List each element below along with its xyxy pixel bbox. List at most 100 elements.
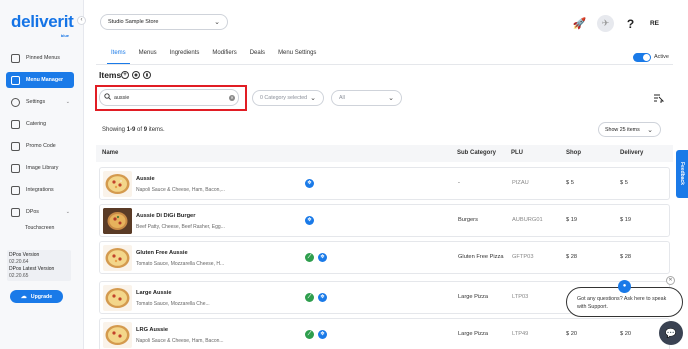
column-sub-category: Sub Category	[457, 150, 497, 156]
sidebar-item-catering[interactable]: Catering	[6, 116, 74, 132]
sidebar-item-label: Menu Manager	[26, 77, 64, 83]
item-description: Napoli Sauce & Cheese, Ham, Bacon...	[136, 338, 224, 344]
item-name: Aussie Di DiGi Burger	[136, 213, 196, 219]
showing-suffix: items.	[147, 127, 165, 133]
table-row[interactable]: LRG Aussie Napoli Sauce & Cheese, Ham, B…	[99, 318, 670, 349]
bookmark-icon[interactable]: ▮	[143, 71, 151, 79]
rocket-icon[interactable]: 🚀	[571, 15, 588, 32]
category-select[interactable]: 0 Category selected ⌄	[252, 90, 324, 106]
gear-icon	[11, 97, 20, 107]
item-image	[103, 171, 132, 197]
column-delivery: Delivery	[620, 150, 644, 156]
item-shop-price: $ 20	[566, 331, 578, 337]
item-name: LRG Aussie	[136, 327, 169, 333]
leaf-icon[interactable]: ⟋	[305, 253, 314, 262]
leaf-icon[interactable]: ⟋	[305, 293, 314, 302]
column-plu: PLU	[511, 150, 523, 156]
item-image	[103, 285, 132, 311]
leaf-icon[interactable]: ⟋	[305, 330, 314, 339]
rocket-alt-icon[interactable]: ✈	[597, 15, 614, 32]
chevron-down-icon: ⌄	[214, 19, 220, 26]
chat-message: Got any questions? Ask here to speak wit…	[577, 296, 667, 310]
search-icon	[104, 93, 111, 100]
tab-menus[interactable]: Menus	[139, 50, 157, 64]
tab-deals[interactable]: Deals	[250, 50, 265, 64]
close-icon[interactable]: ✕	[666, 276, 675, 285]
dpos-latest-version-label: DPos Latest Version	[9, 266, 55, 272]
sidebar-item-label: DPos	[26, 209, 39, 215]
feedback-tab[interactable]: Feedback	[676, 150, 688, 198]
settings-icon[interactable]: ✲	[318, 253, 327, 262]
status-select-value: All	[339, 95, 345, 101]
pos-icon	[11, 207, 20, 217]
cloud-upload-icon: ☁	[20, 294, 27, 300]
sidebar-item-promo-code[interactable]: Promo Code	[6, 138, 74, 154]
avatar[interactable]: RE	[646, 15, 663, 32]
item-sub-category: Large Pizza	[458, 331, 489, 337]
settings-icon[interactable]: ✲	[305, 179, 314, 188]
showing-count: Showing 1-9 of 9 items.	[102, 127, 165, 133]
item-image	[103, 245, 132, 271]
item-delivery-price: $ 5	[620, 180, 628, 186]
sidebar-item-integrations[interactable]: Integrations	[6, 182, 74, 198]
settings-icon[interactable]: ✲	[305, 216, 314, 225]
sidebar-item-label: Integrations	[26, 187, 54, 193]
item-plu: LTP49	[512, 331, 529, 337]
tabs-divider	[96, 64, 673, 65]
item-sub-category: Burgers	[458, 217, 478, 223]
view-icon[interactable]: ◉	[132, 71, 140, 79]
settings-icon[interactable]: ✲	[318, 293, 327, 302]
menu-manager-icon	[11, 75, 20, 85]
upgrade-button[interactable]: ☁ Upgrade	[10, 290, 63, 303]
item-plu: GFTP03	[512, 254, 534, 260]
promo-icon	[11, 141, 20, 151]
sidebar-subitem-touchscreen[interactable]: Touchscreen	[25, 225, 54, 231]
showing-prefix: Showing	[102, 127, 127, 133]
image-icon	[11, 163, 20, 173]
sidebar-item-settings[interactable]: Settings ⌄	[6, 94, 74, 110]
tab-modifiers[interactable]: Modifiers	[212, 50, 236, 64]
chevron-down-icon: ⌄	[388, 95, 394, 102]
table-row[interactable]: Aussie Di DiGi Burger Beef Patty, Cheese…	[99, 204, 670, 237]
sidebar-item-dpos[interactable]: DPos ⌄	[6, 204, 74, 220]
chevron-down-icon: ⌄	[65, 99, 70, 105]
brand-logo[interactable]: deliverit blue	[11, 13, 74, 38]
tab-bar: Items Menus Ingredients Modifiers Deals …	[100, 50, 329, 64]
integrations-icon	[11, 185, 20, 195]
item-shop-price: $ 19	[566, 217, 578, 223]
sidebar-item-label: Catering	[26, 121, 47, 127]
table-row[interactable]: Aussie Napoli Sauce & Cheese, Ham, Bacon…	[99, 167, 670, 200]
chat-icon[interactable]: 💬	[659, 321, 683, 345]
support-avatar-icon: ●	[618, 280, 631, 293]
tab-menu-settings[interactable]: Menu Settings	[278, 50, 316, 64]
active-toggle[interactable]	[633, 53, 651, 62]
upgrade-label: Upgrade	[30, 293, 53, 300]
item-sub-category: Large Pizza	[458, 294, 489, 300]
store-name: Studio Sample Store	[108, 19, 159, 25]
table-row[interactable]: Gluten Free Aussie Tomato Sauce, Mozzare…	[99, 241, 670, 274]
tab-items[interactable]: Items	[107, 50, 130, 64]
item-name: Gluten Free Aussie	[136, 250, 188, 256]
store-select[interactable]: Studio Sample Store ⌄	[100, 14, 228, 30]
dpos-latest-version-value: 02.20.65	[9, 273, 29, 279]
add-item-icon[interactable]: +	[121, 71, 129, 79]
item-name: Aussie	[136, 176, 155, 182]
sidebar-item-pinned-menus[interactable]: Pinned Menus	[6, 50, 74, 66]
sidebar-item-menu-manager[interactable]: Menu Manager	[6, 72, 74, 88]
pin-icon	[11, 53, 20, 63]
help-icon[interactable]: ?	[622, 15, 639, 32]
status-select[interactable]: All ⌄	[331, 90, 402, 106]
version-box: DPos Version 02.20.64 DPos Latest Versio…	[7, 250, 71, 281]
page-size-select[interactable]: Show 25 items ⌄	[598, 122, 661, 137]
item-delivery-price: $ 20	[620, 331, 632, 337]
item-description: Tomato Sauce, Mozzarella Che...	[136, 301, 210, 307]
chevron-down-icon: ⌄	[647, 127, 653, 134]
tab-ingredients[interactable]: Ingredients	[170, 50, 200, 64]
filter-icon[interactable]	[651, 90, 666, 105]
sidebar-item-image-library[interactable]: Image Library	[6, 160, 74, 176]
clear-search-icon[interactable]: ✕	[229, 95, 235, 101]
settings-icon[interactable]: ✲	[318, 330, 327, 339]
collapse-sidebar-button[interactable]: ‹	[77, 16, 86, 25]
item-shop-price: $ 5	[566, 180, 574, 186]
item-delivery-price: $ 19	[620, 217, 632, 223]
